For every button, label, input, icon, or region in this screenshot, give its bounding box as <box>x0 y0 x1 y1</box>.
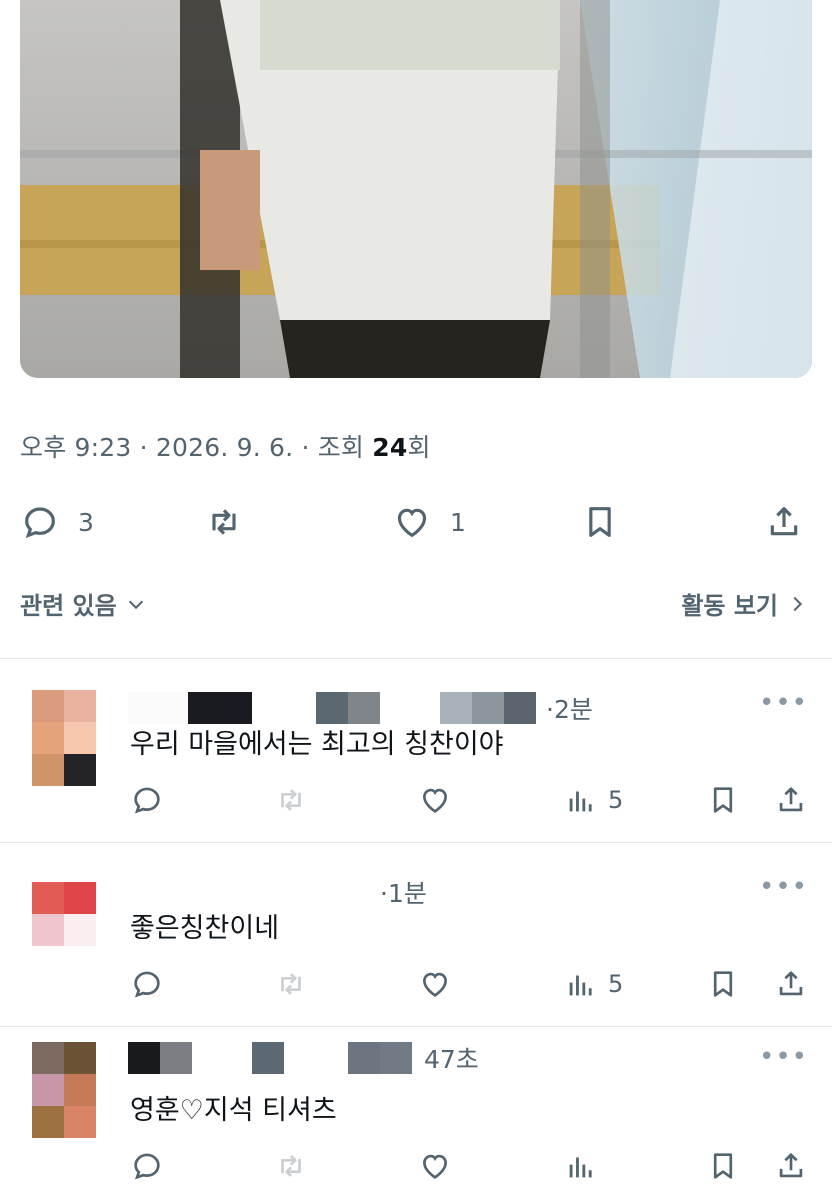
reply-time: ·2분 <box>546 695 593 724</box>
avatar[interactable] <box>32 1042 96 1138</box>
more-options-icon[interactable]: ••• <box>759 688 808 718</box>
bookmark-icon <box>589 507 611 537</box>
retweet-button[interactable] <box>274 780 308 820</box>
views-button[interactable]: 5 <box>564 780 623 820</box>
tweet-meta: 오후 9:23 · 2026. 9. 6. · 조회 24회 <box>20 428 431 464</box>
more-options-icon[interactable]: ••• <box>759 1042 808 1072</box>
reply-text: 영훈♡지석 티셔츠 <box>130 1095 337 1126</box>
avatar[interactable] <box>32 690 96 786</box>
reply-text: 우리 마을에서는 최고의 칭찬이야 <box>130 729 504 760</box>
like-count: 1 <box>450 507 466 537</box>
reply-button[interactable] <box>130 780 164 820</box>
share-button[interactable] <box>774 1146 808 1186</box>
analytics-icon <box>569 791 592 812</box>
divider <box>0 658 832 659</box>
view-count: 5 <box>608 970 624 998</box>
divider <box>0 1026 832 1027</box>
share-icon <box>770 507 798 536</box>
reply-time: 47초 <box>424 1045 479 1074</box>
retweet-icon <box>281 1155 301 1177</box>
like-button[interactable] <box>418 780 452 820</box>
bookmark-button[interactable] <box>580 498 620 546</box>
views-button[interactable]: 5 <box>564 964 623 1004</box>
reply-button[interactable]: 3 <box>20 498 94 546</box>
heart-icon <box>397 508 427 538</box>
bookmark-button[interactable] <box>706 1146 740 1186</box>
analytics-icon <box>569 975 592 996</box>
reply-item[interactable]: ·1분 ••• 좋은칭찬이네 5 <box>0 844 832 1028</box>
reply-action-bar: 5 <box>130 964 810 1004</box>
retweet-icon <box>281 973 301 995</box>
reply-icon <box>134 787 160 814</box>
reply-icon <box>134 1153 160 1180</box>
more-options-icon[interactable]: ••• <box>759 872 808 902</box>
retweet-button[interactable] <box>274 964 308 1004</box>
divider <box>0 842 832 843</box>
reply-item[interactable]: 47초 ••• 영훈♡지석 티셔츠 <box>0 1028 832 1200</box>
share-icon <box>779 787 803 812</box>
avatar[interactable] <box>32 882 96 946</box>
reply-count: 3 <box>78 507 94 537</box>
reply-item[interactable]: ·2분 ••• 우리 마을에서는 최고의 칭찬이야 5 <box>0 660 832 844</box>
chevron-right-icon <box>793 596 803 611</box>
like-button[interactable] <box>418 964 452 1004</box>
reply-time: ·1분 <box>380 879 427 908</box>
heart-icon <box>423 788 447 813</box>
heart-icon <box>423 1154 447 1179</box>
view-activity-link[interactable]: 활동 보기 <box>681 586 808 621</box>
reply-action-bar <box>130 1146 810 1186</box>
related-label: 관련 있음 <box>20 592 117 620</box>
tweet-photo[interactable] <box>20 0 812 378</box>
share-icon <box>779 1153 803 1178</box>
tweet-action-bar: 3 1 <box>20 498 812 546</box>
bookmark-button[interactable] <box>706 964 740 1004</box>
author-name-redacted[interactable]: 47초 <box>128 1042 479 1074</box>
reply-action-bar: 5 <box>130 780 810 820</box>
tweet-timestamp: 오후 9:23 · 2026. 9. 6. · 조회 <box>20 433 373 462</box>
share-button[interactable] <box>764 498 804 546</box>
mirror-selfie-image <box>20 0 812 378</box>
like-button[interactable] <box>418 1146 452 1186</box>
share-icon <box>779 971 803 996</box>
analytics-icon <box>569 1157 592 1178</box>
reply-text: 좋은칭찬이네 <box>130 913 280 944</box>
share-button[interactable] <box>774 780 808 820</box>
bookmark-icon <box>713 1153 733 1179</box>
reply-icon <box>25 507 55 538</box>
retweet-button[interactable] <box>274 1146 308 1186</box>
share-button[interactable] <box>774 964 808 1004</box>
author-name-redacted[interactable]: ·2분 <box>128 692 593 724</box>
activity-label: 활동 보기 <box>681 592 778 620</box>
reply-button[interactable] <box>130 1146 164 1186</box>
retweet-button[interactable] <box>204 498 244 546</box>
view-count: 5 <box>608 786 624 814</box>
related-sort-button[interactable]: 관련 있음 <box>20 586 147 621</box>
bookmark-icon <box>713 787 733 813</box>
like-button[interactable]: 1 <box>392 498 466 546</box>
chevron-down-icon <box>128 600 143 609</box>
retweet-icon <box>281 789 301 811</box>
retweet-icon <box>212 509 236 535</box>
reply-icon <box>134 971 160 998</box>
heart-icon <box>423 972 447 997</box>
view-suffix: 회 <box>407 433 431 462</box>
reply-button[interactable] <box>130 964 164 1004</box>
view-count: 24 <box>372 433 408 462</box>
bookmark-icon <box>713 971 733 997</box>
bookmark-button[interactable] <box>706 780 740 820</box>
author-name-redacted[interactable]: ·1분 <box>380 876 427 908</box>
views-button[interactable] <box>564 1146 608 1186</box>
